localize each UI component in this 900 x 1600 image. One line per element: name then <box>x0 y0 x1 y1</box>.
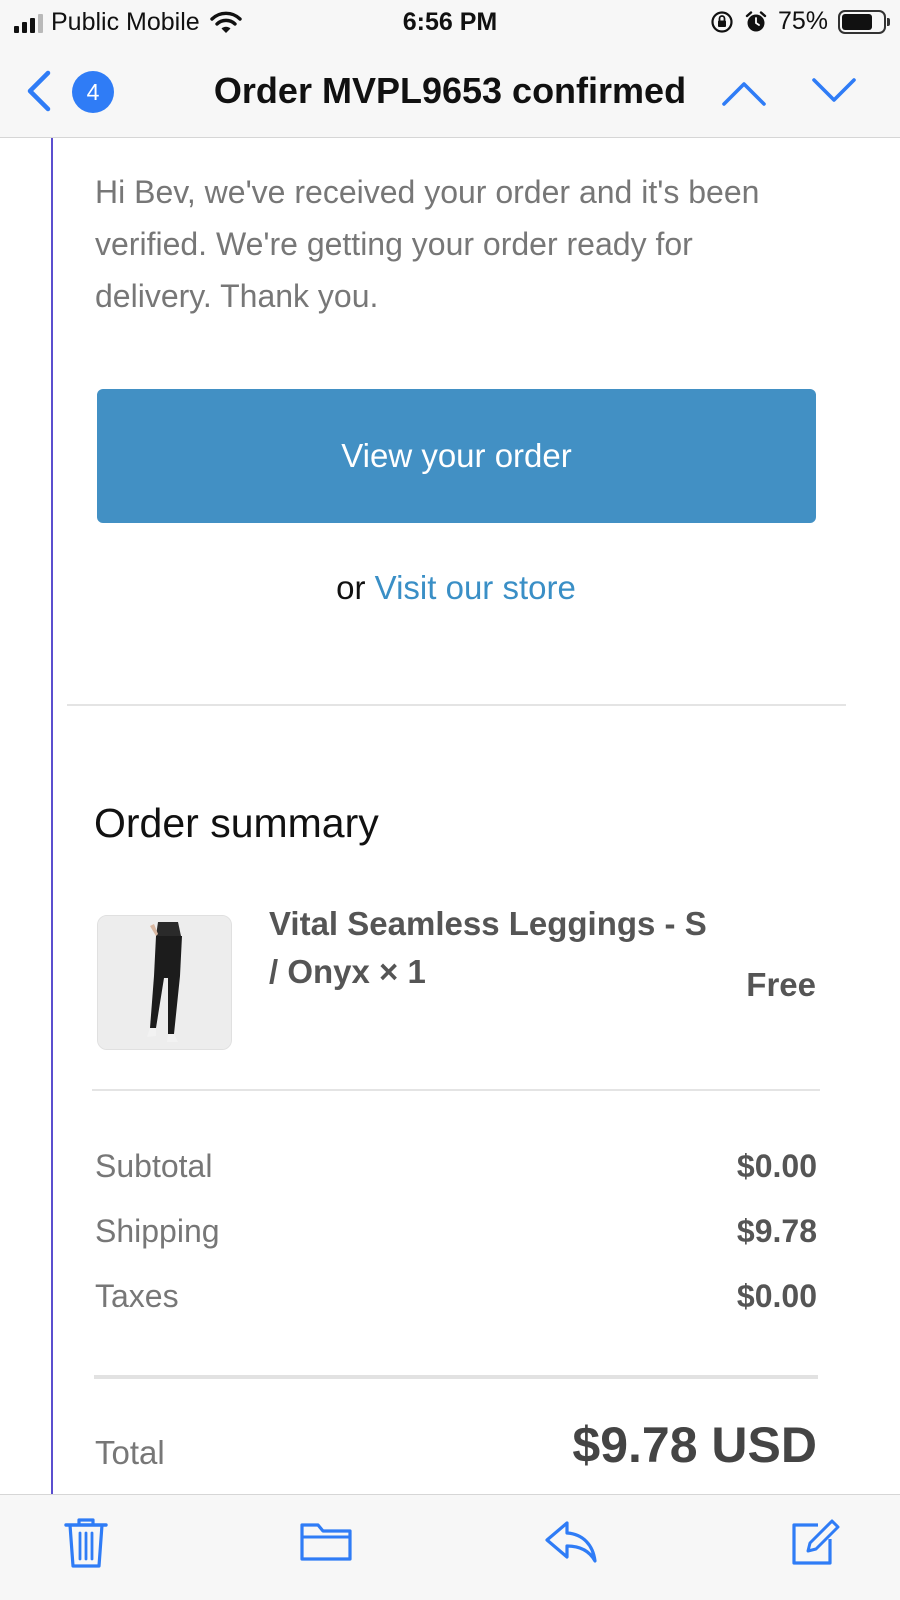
divider <box>67 704 846 706</box>
folder-icon <box>300 1523 352 1561</box>
move-to-folder-button[interactable] <box>298 1515 354 1572</box>
alarm-icon <box>745 10 767 31</box>
divider <box>94 1375 818 1379</box>
previous-message-button[interactable] <box>720 74 768 115</box>
store-link-row: or Visit our store <box>0 569 900 607</box>
total-value: $9.78 USD <box>572 1417 817 1473</box>
delete-button[interactable] <box>62 1515 110 1576</box>
intro-text: Hi Bev, we've received your order and it… <box>95 174 760 314</box>
subtotal-value: $0.00 <box>736 1148 817 1184</box>
reply-icon <box>545 1521 597 1563</box>
chevron-down-icon <box>812 78 856 102</box>
battery-icon <box>838 9 890 34</box>
leggings-image <box>98 916 231 1049</box>
shipping-value: $9.78 <box>736 1213 817 1249</box>
status-bar: Public Mobile 6:56 PM 75% <box>0 0 900 46</box>
order-summary-heading: Order summary <box>94 800 379 846</box>
compose-button[interactable] <box>788 1515 840 1574</box>
view-order-button[interactable]: View your order <box>97 389 816 523</box>
visit-store-link[interactable]: Visit our store <box>375 569 576 606</box>
taxes-value: $0.00 <box>736 1278 817 1314</box>
item-price: Free <box>746 966 816 1003</box>
orientation-lock-icon <box>711 10 733 33</box>
or-text: or <box>336 569 366 606</box>
compose-icon <box>792 1519 840 1565</box>
total-label: Total <box>95 1434 165 1471</box>
email-body[interactable]: Hi Bev, we've received your order and it… <box>0 138 900 1494</box>
trash-icon <box>64 1518 108 1568</box>
shipping-row: Shipping $9.78 <box>95 1213 817 1250</box>
divider <box>92 1089 820 1091</box>
subtotal-label: Subtotal <box>95 1148 213 1184</box>
chevron-up-icon <box>722 82 766 106</box>
nav-bar: 4 Order MVPL9653 confirmed <box>0 46 900 138</box>
product-thumbnail[interactable] <box>97 915 232 1050</box>
taxes-row: Taxes $0.00 <box>95 1278 817 1315</box>
battery-percent: 75% <box>777 7 828 35</box>
item-name: Vital Seamless Leggings - S / Onyx × 1 <box>269 905 707 990</box>
subtotal-row: Subtotal $0.00 <box>95 1148 817 1185</box>
status-right: 75% <box>710 7 890 36</box>
bottom-toolbar <box>0 1494 900 1600</box>
shipping-label: Shipping <box>95 1213 220 1249</box>
taxes-label: Taxes <box>95 1278 179 1314</box>
reply-button[interactable] <box>543 1515 599 1572</box>
next-message-button[interactable] <box>810 74 858 115</box>
quote-bar <box>51 138 53 1494</box>
